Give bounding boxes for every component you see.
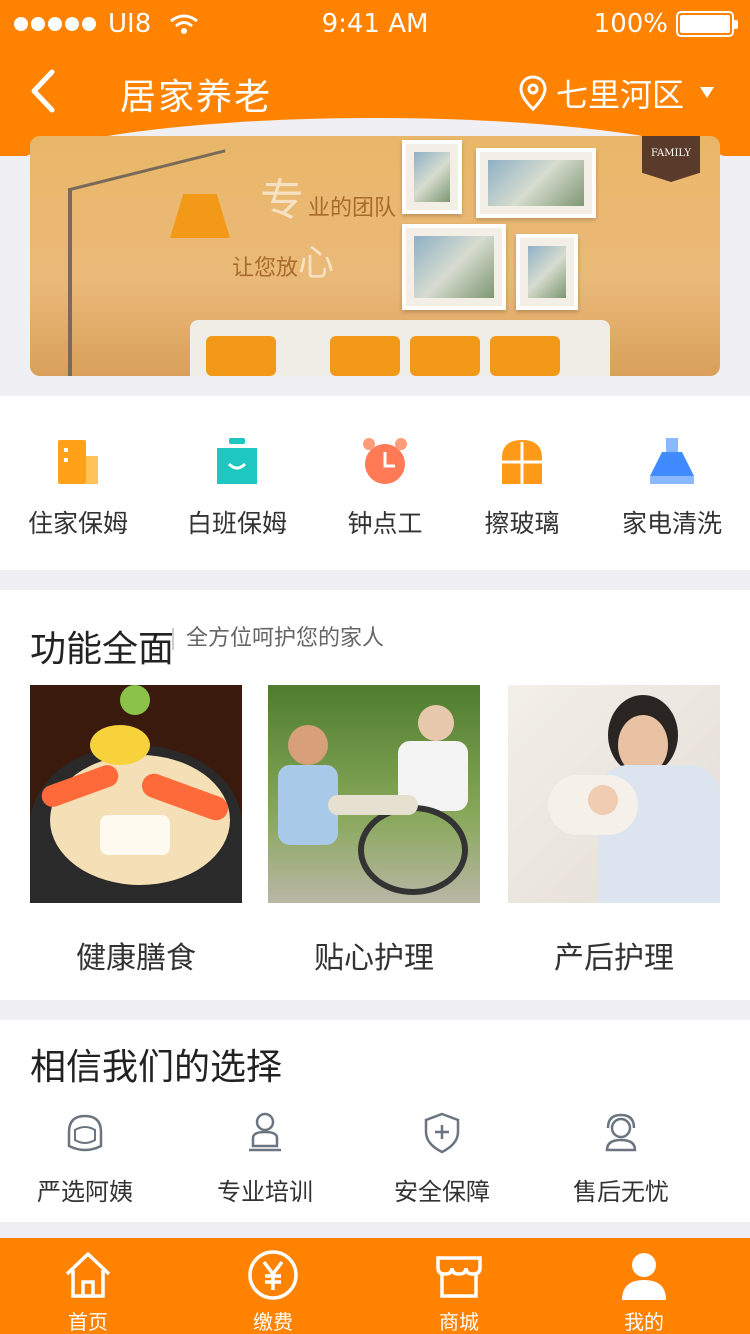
section-title: 功能全面 xyxy=(30,629,175,670)
trust-section: 相信我们的选择 严选阿姨 专业培训 安全保障 售后无忧 xyxy=(0,1020,750,1222)
feature-label: 产后护理 xyxy=(554,941,674,976)
status-bar: UI8 9:41 AM 100% xyxy=(0,0,750,48)
features-section: 功能全面 全方位呵护您的家人 健康膳食 贴心护理 产后护理 xyxy=(0,590,750,1000)
tab-label: 首页 xyxy=(68,1310,108,1334)
page-title: 居家养老 xyxy=(120,77,273,118)
service-label: 钟点工 xyxy=(347,509,423,538)
promo-banner[interactable]: 专业的团队 让您放心 FAMILY xyxy=(30,136,720,376)
home-icon xyxy=(65,1252,111,1298)
training-icon xyxy=(249,1112,281,1152)
trust-label: 严选阿姨 xyxy=(37,1178,133,1206)
feature-label: 贴心护理 xyxy=(314,941,434,976)
location-selector[interactable]: 七里河区 xyxy=(518,70,722,116)
banner-subline: 让您放心 xyxy=(232,243,335,284)
trust-item-after-sales[interactable]: 售后无忧 xyxy=(546,1110,696,1207)
tab-payment[interactable]: 缴费 xyxy=(213,1248,333,1334)
yen-icon xyxy=(248,1250,298,1300)
building-icon xyxy=(58,440,98,484)
photo-frame xyxy=(402,224,506,310)
service-grid: 住家保姆 白班保姆 钟点工 擦玻璃 家电清洗 xyxy=(0,396,750,570)
shield-icon xyxy=(424,1112,460,1154)
trust-label: 售后无忧 xyxy=(573,1178,669,1206)
battery-percent: 100% xyxy=(593,9,668,39)
tab-store[interactable]: 商城 xyxy=(399,1248,519,1334)
tab-mine[interactable]: 我的 xyxy=(584,1248,704,1334)
service-window-cleaning[interactable]: 擦玻璃 xyxy=(447,436,597,540)
service-label: 住家保姆 xyxy=(27,509,128,538)
banner-lamp-shade xyxy=(170,194,230,238)
alarm-clock-icon xyxy=(363,438,407,484)
bottom-tab-bar: 首页 缴费 商城 我的 xyxy=(0,1238,750,1334)
tab-label: 我的 xyxy=(624,1310,664,1334)
window-icon xyxy=(502,440,542,484)
photo-frame xyxy=(516,234,578,310)
family-tag: FAMILY xyxy=(642,136,700,182)
auntie-icon xyxy=(67,1114,103,1152)
banner-lamp-arm xyxy=(69,149,226,191)
user-icon xyxy=(622,1253,666,1300)
battery-icon xyxy=(676,11,738,37)
photo-frame xyxy=(402,140,462,214)
banner-pillow xyxy=(410,336,480,376)
feature-label: 健康膳食 xyxy=(76,941,196,976)
service-label: 擦玻璃 xyxy=(484,509,560,538)
tab-home[interactable]: 首页 xyxy=(28,1248,148,1334)
banner-pillow xyxy=(490,336,560,376)
service-hourly-worker[interactable]: 钟点工 xyxy=(310,436,460,540)
service-label: 家电清洗 xyxy=(621,509,722,538)
service-appliance-cleaning[interactable]: 家电清洗 xyxy=(597,436,747,540)
section-title: 相信我们的选择 xyxy=(30,1047,283,1088)
service-agent-icon xyxy=(605,1113,637,1152)
tab-label: 商城 xyxy=(439,1310,479,1334)
back-arrow-icon[interactable] xyxy=(24,66,68,116)
feature-card-postpartum[interactable]: 产后护理 xyxy=(508,685,720,977)
tab-label: 缴费 xyxy=(253,1310,293,1334)
trust-label: 专业培训 xyxy=(217,1178,313,1206)
banner-pillow xyxy=(206,336,276,376)
trust-item-safety[interactable]: 安全保障 xyxy=(367,1110,517,1207)
nav-bar: 居家养老 七里河区 xyxy=(0,48,750,136)
service-day-nanny[interactable]: 白班保姆 xyxy=(162,436,312,540)
location-pin-icon xyxy=(519,75,547,111)
feature-card-healthy-diet[interactable]: 健康膳食 xyxy=(30,685,242,977)
section-subtitle: 全方位呵护您的家人 xyxy=(172,628,384,650)
feature-card-caring[interactable]: 贴心护理 xyxy=(268,685,480,977)
banner-headline: 专业的团队 xyxy=(260,175,397,226)
banner-pillow xyxy=(330,336,400,376)
store-icon xyxy=(436,1256,482,1298)
photo-frame xyxy=(476,148,596,218)
trust-label: 安全保障 xyxy=(394,1178,490,1206)
range-hood-icon xyxy=(650,438,694,484)
banner-lamp-pole xyxy=(68,188,72,376)
apron-icon xyxy=(217,438,257,484)
trust-item-training[interactable]: 专业培训 xyxy=(190,1110,340,1207)
caregiver-wheelchair-image xyxy=(268,685,480,903)
food-hotpot-image xyxy=(30,685,242,903)
status-right: 100% xyxy=(593,9,738,39)
trust-item-selected-aunties[interactable]: 严选阿姨 xyxy=(10,1110,160,1207)
service-live-in-nanny[interactable]: 住家保姆 xyxy=(3,436,153,540)
dropdown-triangle-icon xyxy=(700,87,714,98)
location-label: 七里河区 xyxy=(555,76,684,114)
mother-baby-image xyxy=(508,685,720,903)
service-label: 白班保姆 xyxy=(186,509,287,538)
